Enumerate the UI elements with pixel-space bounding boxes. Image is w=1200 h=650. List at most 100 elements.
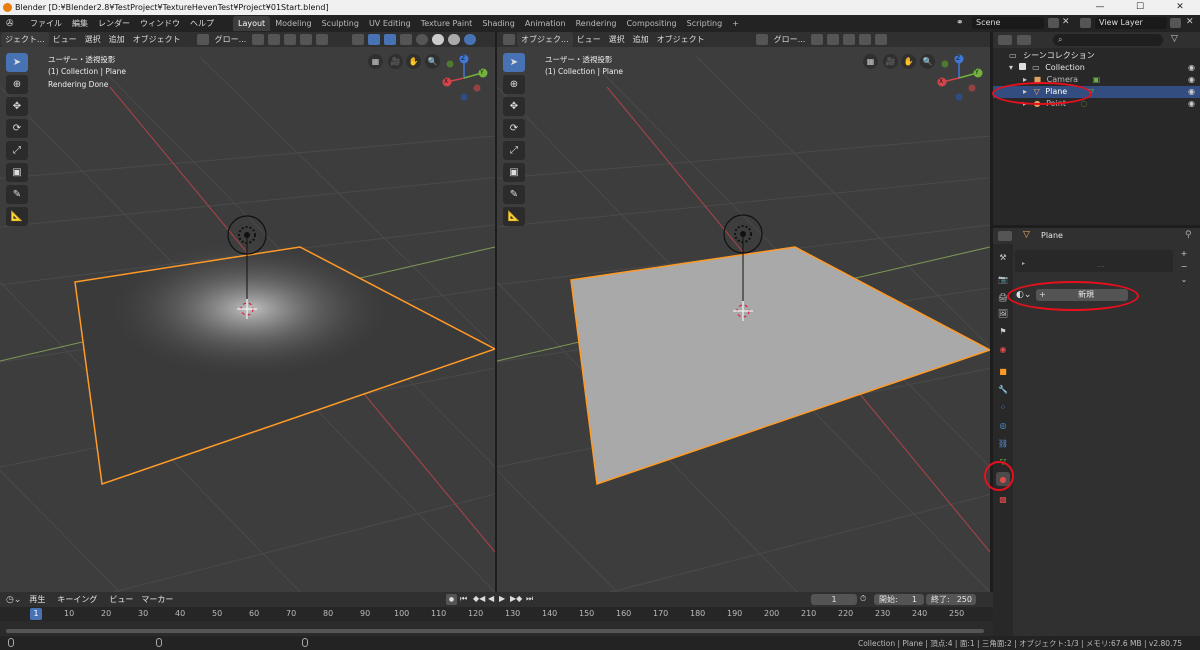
view-layer-field[interactable]: View Layer bbox=[1095, 17, 1167, 29]
mode-select[interactable]: オブジェク... bbox=[517, 32, 573, 47]
tab-compositing[interactable]: Compositing bbox=[621, 16, 681, 31]
menu-keying[interactable]: キーイング bbox=[57, 594, 97, 605]
outliner-display-icon[interactable] bbox=[1017, 35, 1031, 45]
texture-tab[interactable]: ▩ bbox=[996, 492, 1010, 506]
menu-playback[interactable]: 再生 bbox=[29, 594, 45, 605]
play-reverse-button[interactable]: ◀ bbox=[488, 594, 494, 603]
tab-rendering[interactable]: Rendering bbox=[571, 16, 622, 31]
scene-icon[interactable]: ⚭ bbox=[956, 18, 964, 28]
start-frame-field[interactable]: 開始: 1 bbox=[874, 594, 924, 605]
scene-collection-row[interactable]: ▭ シーンコレクション bbox=[993, 50, 1200, 62]
close-button[interactable]: ✕ bbox=[1160, 0, 1200, 15]
slot-menu-icon[interactable]: ⌄ bbox=[1178, 274, 1190, 285]
select-tool-button[interactable]: ➤ bbox=[503, 53, 525, 72]
menu-add[interactable]: 追加 bbox=[629, 32, 653, 47]
view-layer-tab[interactable]: 🖼 bbox=[996, 306, 1010, 320]
zoom-icon[interactable]: 🔍 bbox=[425, 54, 440, 69]
menu-render[interactable]: レンダー bbox=[93, 15, 135, 32]
list-expand-icon[interactable]: ▸ bbox=[1022, 260, 1025, 267]
object-tab[interactable]: ■ bbox=[996, 364, 1010, 378]
zoom-icon[interactable]: 🔍 bbox=[920, 54, 935, 69]
navigation-gizmo[interactable] bbox=[442, 52, 492, 102]
menu-file[interactable]: ファイル bbox=[25, 15, 67, 32]
visibility-icon[interactable] bbox=[352, 34, 365, 45]
jump-end-button[interactable]: ⏭ bbox=[526, 594, 533, 604]
tool-settings-tab[interactable]: ⚒ bbox=[996, 250, 1010, 264]
constraints-tab[interactable]: ⛓ bbox=[996, 436, 1010, 450]
jump-start-button[interactable]: ⏮ bbox=[460, 594, 467, 604]
tab-sculpting[interactable]: Sculpting bbox=[317, 16, 364, 31]
expand-arrow-icon[interactable]: ▾ bbox=[1009, 63, 1013, 72]
snap-target-icon[interactable] bbox=[843, 34, 856, 45]
tab-scripting[interactable]: Scripting bbox=[682, 16, 728, 31]
proportional-edit-icon[interactable] bbox=[300, 34, 313, 45]
transform-orientation-icon[interactable] bbox=[755, 34, 768, 45]
grid-view-icon[interactable]: ▦ bbox=[368, 54, 383, 69]
add-workspace-button[interactable]: + bbox=[727, 16, 744, 31]
camera-view-icon[interactable]: 🎥 bbox=[388, 54, 403, 69]
pivot-icon[interactable] bbox=[252, 34, 265, 45]
next-key-button[interactable]: ▶◆ bbox=[510, 594, 522, 603]
properties-editor-icon[interactable] bbox=[998, 231, 1012, 241]
shading-rendered-icon[interactable] bbox=[464, 34, 477, 45]
rotate-tool-button[interactable]: ⟳ bbox=[503, 119, 525, 138]
world-tab[interactable]: ◉ bbox=[996, 342, 1010, 356]
menu-marker[interactable]: マーカー bbox=[141, 594, 173, 605]
menu-object[interactable]: オブジェクト bbox=[129, 32, 185, 47]
menu-help[interactable]: ヘルプ bbox=[185, 15, 219, 32]
view-layer-icon[interactable] bbox=[1080, 18, 1091, 28]
prev-key-button[interactable]: ◆◀ bbox=[473, 594, 485, 603]
tab-modeling[interactable]: Modeling bbox=[270, 16, 316, 31]
scale-tool-button[interactable]: ⤢ bbox=[503, 141, 525, 160]
menu-select[interactable]: 選択 bbox=[605, 32, 629, 47]
shading-solid-icon[interactable] bbox=[432, 34, 445, 45]
minimize-button[interactable]: — bbox=[1080, 0, 1120, 15]
proportional-edit-icon[interactable] bbox=[859, 34, 872, 45]
preview-range-icon[interactable]: ⏱ bbox=[860, 594, 866, 604]
play-button[interactable]: ▶ bbox=[499, 594, 505, 603]
eye-icon[interactable]: ◉ bbox=[1188, 62, 1195, 74]
timeline-scrollbar[interactable] bbox=[6, 629, 984, 633]
record-button[interactable]: ● bbox=[446, 594, 457, 605]
eye-icon[interactable]: ◉ bbox=[1188, 86, 1195, 98]
rotate-tool-button[interactable]: ⟳ bbox=[6, 119, 28, 138]
left-viewport[interactable]: ユーザー・透視投影 (1) Collection | Plane Renderi… bbox=[0, 47, 495, 592]
maximize-button[interactable]: ☐ bbox=[1120, 0, 1160, 15]
checkbox-icon[interactable] bbox=[1018, 63, 1026, 70]
delete-view-layer-icon[interactable]: ✕ bbox=[1186, 17, 1194, 27]
right-viewport[interactable]: ユーザー・透視投影 (1) Collection | Plane ➤ ⊕ ✥ ⟳… bbox=[497, 47, 990, 592]
remove-slot-button[interactable]: − bbox=[1178, 261, 1190, 272]
eye-icon[interactable]: ◉ bbox=[1188, 98, 1195, 110]
tab-uv-editing[interactable]: UV Editing bbox=[364, 16, 416, 31]
render-tab[interactable]: 📷 bbox=[996, 272, 1010, 286]
scene-field[interactable]: Scene bbox=[972, 17, 1044, 29]
frame-ruler[interactable]: 1 10 20 30 40 50 60 70 80 90 100 110 120… bbox=[0, 607, 993, 621]
pan-hand-icon[interactable]: ✋ bbox=[406, 54, 421, 69]
delete-scene-icon[interactable]: ✕ bbox=[1062, 17, 1070, 27]
timeline-editor-icon[interactable]: ◷⌄ bbox=[6, 595, 21, 605]
transform-tool-button[interactable]: ▣ bbox=[503, 163, 525, 182]
mode-select[interactable]: ジェクト... bbox=[1, 32, 49, 47]
material-slot-list[interactable]: ▸ .... bbox=[1015, 250, 1173, 272]
outliner-editor-icon[interactable] bbox=[998, 35, 1012, 45]
pivot-icon[interactable] bbox=[811, 34, 824, 45]
menu-view[interactable]: ビュー bbox=[49, 32, 81, 47]
orientation-select[interactable]: グロー... bbox=[770, 32, 810, 47]
filter-icon[interactable]: ▽ bbox=[1171, 34, 1178, 44]
new-view-layer-icon[interactable] bbox=[1170, 18, 1181, 28]
shading-wireframe-icon[interactable] bbox=[416, 34, 429, 45]
navigation-gizmo[interactable] bbox=[937, 52, 987, 102]
camera-view-icon[interactable]: 🎥 bbox=[883, 54, 898, 69]
select-tool-button[interactable]: ➤ bbox=[6, 53, 28, 72]
new-scene-icon[interactable] bbox=[1048, 18, 1059, 28]
menu-timeline-view[interactable]: ビュー bbox=[109, 594, 133, 605]
menu-select[interactable]: 選択 bbox=[81, 32, 105, 47]
menu-add[interactable]: 追加 bbox=[105, 32, 129, 47]
list-resize-dots[interactable]: .... bbox=[1097, 262, 1105, 269]
orientation-select[interactable]: グロー... bbox=[211, 32, 251, 47]
falloff-icon[interactable] bbox=[875, 34, 888, 45]
end-frame-field[interactable]: 終了: 250 bbox=[926, 594, 976, 605]
tab-texture-paint[interactable]: Texture Paint bbox=[416, 16, 478, 31]
falloff-icon[interactable] bbox=[316, 34, 329, 45]
menu-object[interactable]: オブジェクト bbox=[653, 32, 709, 47]
